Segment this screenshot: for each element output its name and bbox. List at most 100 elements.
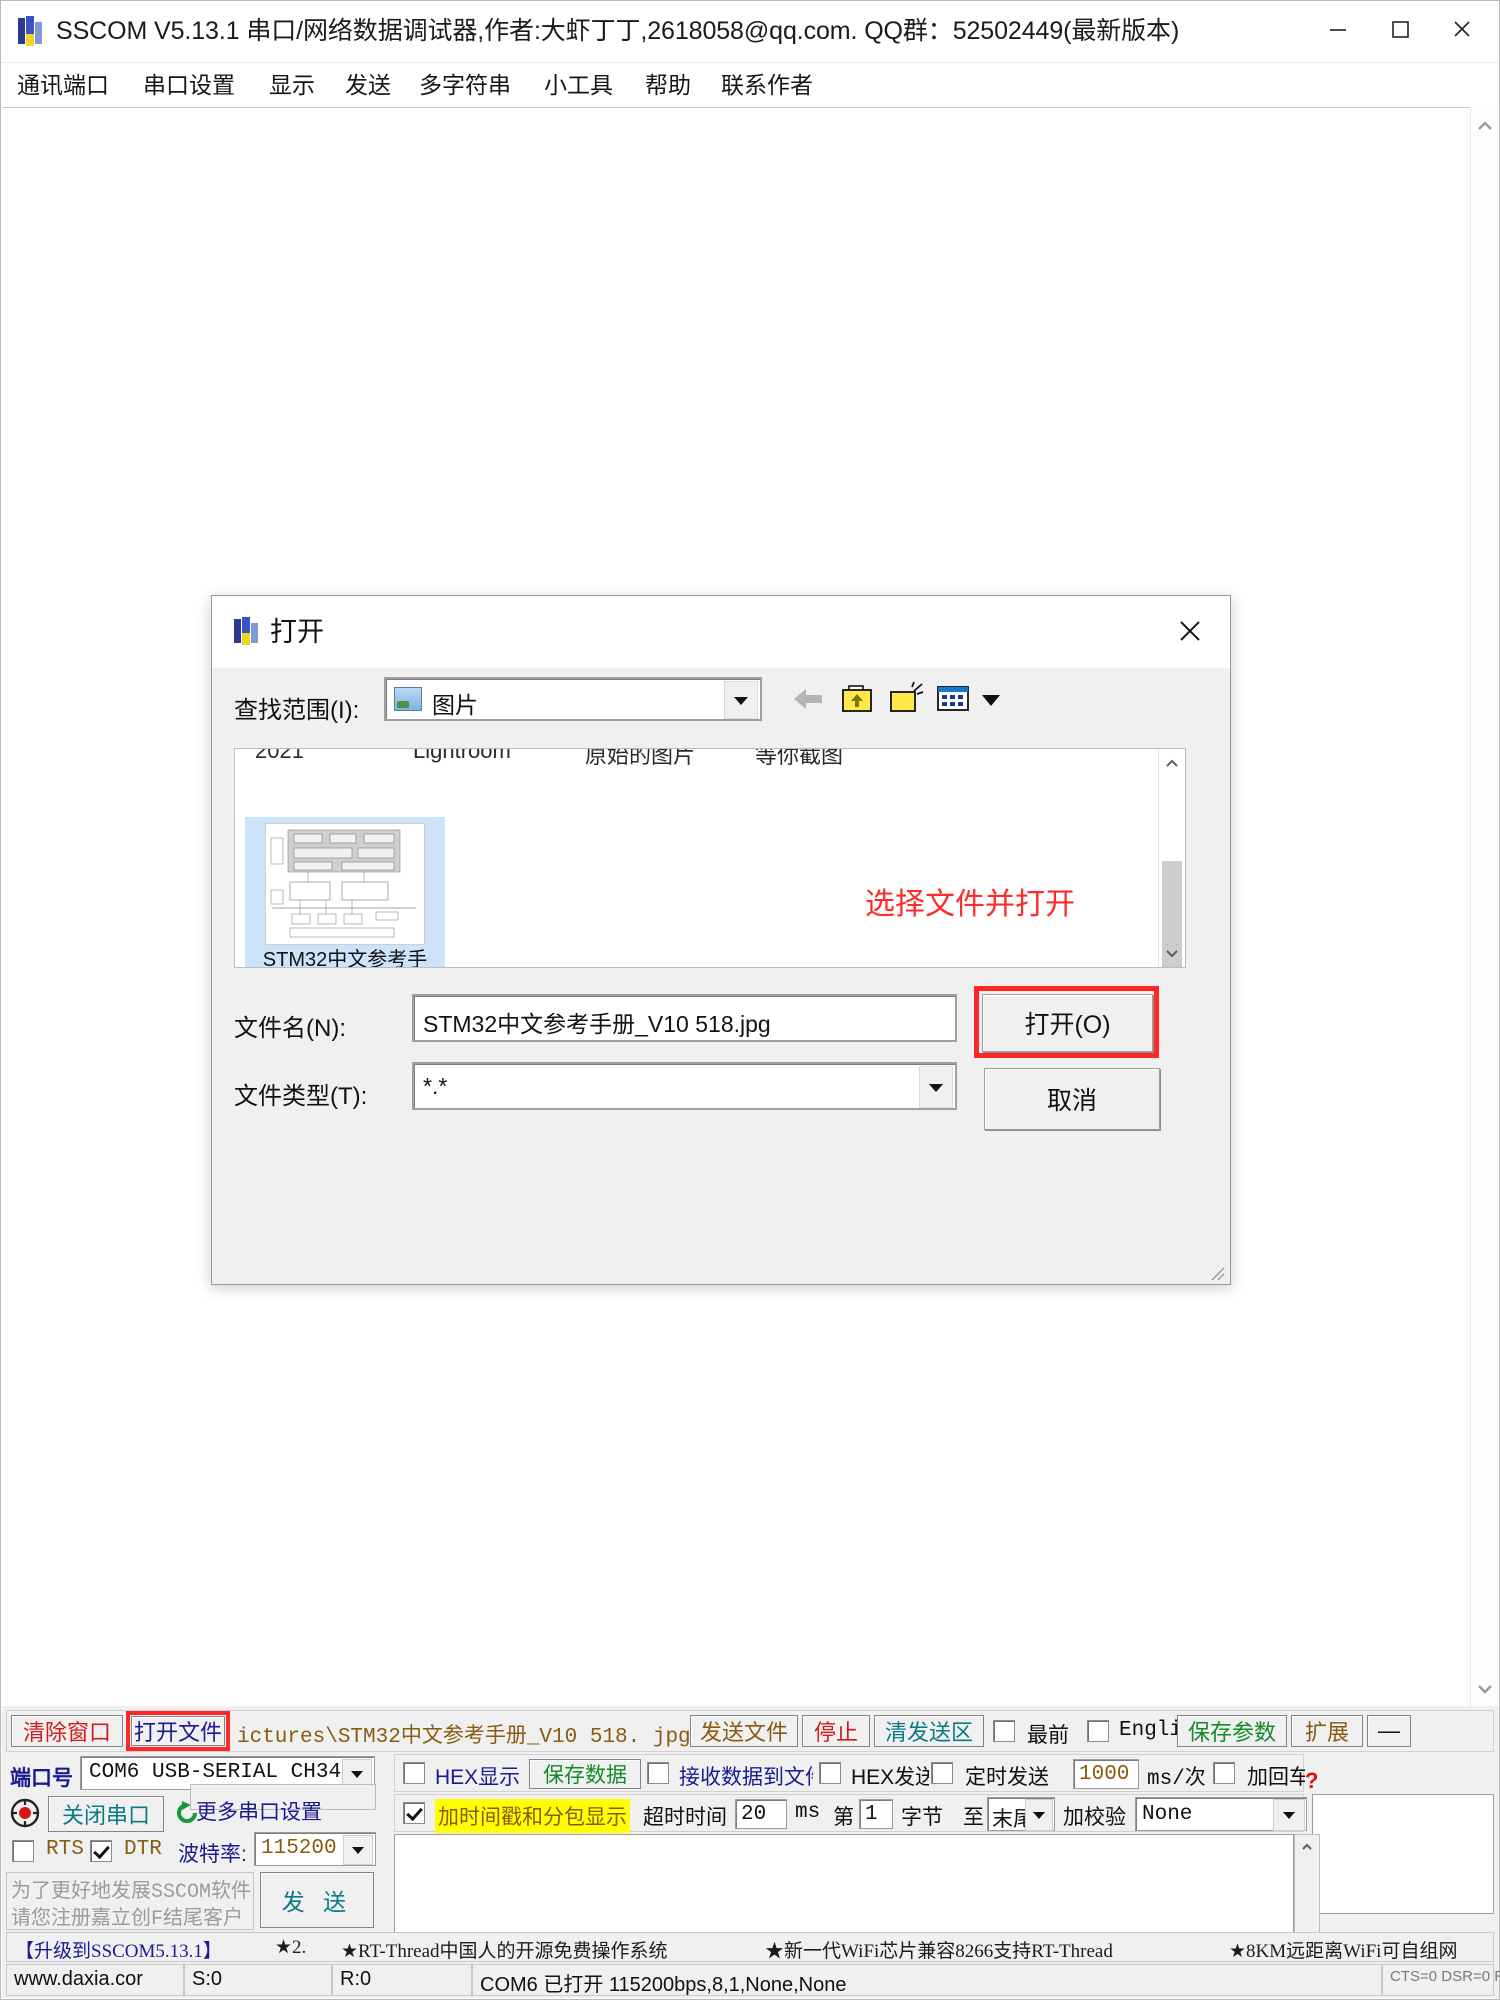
extend-button[interactable]: 扩展	[1291, 1715, 1363, 1747]
scroll-down-icon[interactable]	[1471, 1676, 1498, 1702]
menu-item-tools[interactable]: 小工具	[538, 69, 619, 101]
send-text-area[interactable]	[1312, 1794, 1494, 1914]
look-in-combo[interactable]: 图片	[384, 677, 762, 721]
english-label: Engli	[1119, 1719, 1183, 1742]
hex-display-checkbox[interactable]	[403, 1762, 425, 1784]
save-data-button[interactable]: 保存数据	[529, 1759, 641, 1789]
app-icon	[18, 16, 46, 46]
menu-item-comm-port[interactable]: 通讯端口	[11, 69, 115, 101]
timeout-input[interactable]: 20	[735, 1799, 787, 1829]
resize-grip-icon[interactable]	[1208, 1264, 1226, 1282]
file-path-text: ictures\STM32中文参考手册_V10 518. jpg	[237, 1726, 691, 1749]
more-settings-label[interactable]: 更多串口设置	[196, 1796, 322, 1826]
topmost-checkbox[interactable]	[993, 1720, 1015, 1742]
byte-to-combo[interactable]: 末尾	[987, 1797, 1055, 1831]
recv-to-file-checkbox[interactable]	[647, 1762, 669, 1784]
ad-item-2[interactable]: ★RT-Thread中国人的开源免费操作系统	[341, 1936, 668, 1963]
menu-item-display[interactable]: 显示	[263, 69, 321, 101]
filename-input[interactable]: STM32中文参考手册_V10 518.jpg	[412, 994, 957, 1042]
cancel-button[interactable]: 取消	[984, 1068, 1160, 1130]
file-list-scroll-up-icon[interactable]	[1159, 751, 1185, 775]
menu-item-contact[interactable]: 联系作者	[715, 69, 819, 101]
menu-item-serial-config[interactable]: 串口设置	[137, 69, 241, 101]
promo-ad-bar: 【升级到SSCOM5.13.1】 ★2. ★RT-Thread中国人的开源免费操…	[6, 1932, 1494, 1962]
baud-combo[interactable]: 115200	[254, 1832, 376, 1866]
byte-from-input[interactable]: 1	[859, 1799, 893, 1829]
save-params-button[interactable]: 保存参数	[1177, 1715, 1287, 1747]
scroll-up-icon[interactable]	[1471, 113, 1498, 139]
filetype-combo[interactable]: *.*	[412, 1062, 957, 1110]
chevron-down-icon[interactable]	[1273, 1799, 1305, 1831]
chevron-down-icon[interactable]	[1025, 1799, 1053, 1831]
new-folder-icon[interactable]	[886, 680, 928, 720]
open-file-button[interactable]: 打开文件	[131, 1716, 225, 1746]
chevron-down-icon[interactable]	[919, 1066, 953, 1108]
menu-item-help[interactable]: 帮助	[639, 69, 697, 101]
recv-to-file-label: 接收数据到文件	[679, 1766, 813, 1789]
dialog-app-icon	[234, 617, 260, 645]
timeout-value: 20	[741, 1803, 767, 1826]
ad-item-3[interactable]: ★新一代WiFi芯片兼容8266支持RT-Thread	[765, 1936, 1113, 1963]
crlf-checkbox[interactable]	[1213, 1762, 1235, 1784]
ad-item-1[interactable]: ★2.	[275, 1936, 306, 1959]
timestamp-options-row: 加时间戳和分包显示 超时时间 20 ms 第 1 字节 至 末尾 加校验 Non…	[394, 1794, 1307, 1833]
ad-item-4[interactable]: ★8KM远距离WiFi可自组网	[1229, 1936, 1457, 1963]
timestamp-checkbox[interactable]	[403, 1802, 425, 1824]
list-item[interactable]: STM32中文参考手 册_V10 518.jpg	[245, 817, 445, 967]
menu-item-send[interactable]: 发送	[339, 69, 397, 101]
send-scroll-up-icon[interactable]	[1295, 1837, 1319, 1857]
send-file-button[interactable]: 发送文件	[690, 1715, 798, 1747]
dtr-checkbox[interactable]	[90, 1840, 112, 1862]
status-site[interactable]: www.daxia.cor	[6, 1964, 184, 1996]
file-list-scrollbar[interactable]	[1158, 749, 1185, 967]
file-list-scroll-down-icon[interactable]	[1159, 941, 1185, 965]
rts-checkbox[interactable]	[12, 1840, 34, 1862]
filename-value: STM32中文参考手册_V10 518.jpg	[423, 1011, 771, 1037]
minimize-icon[interactable]	[1307, 1, 1369, 57]
checksum-value: None	[1142, 1803, 1193, 1826]
maximize-icon[interactable]	[1369, 1, 1431, 57]
bottom-control-panel: 清除窗口 打开文件 ictures\STM32中文参考手册_V10 518. j…	[2, 1706, 1500, 1998]
clear-send-area-button[interactable]: 清发送区	[874, 1715, 984, 1747]
file-thumbnail	[265, 823, 425, 945]
status-cts: CTS=0 DSR=0 RLSD=0	[1382, 1964, 1500, 1996]
send-button[interactable]: 发 送	[260, 1872, 374, 1928]
status-received: R:0	[332, 1964, 472, 1996]
list-item-label: STM32中文参考手 册_V10 518.jpg	[245, 947, 445, 967]
open-file-dialog: 打开 查找范围(I): 图片 2021 Lightroom 原始的图片 等你截图…	[211, 595, 1231, 1285]
chevron-down-icon[interactable]	[343, 1835, 373, 1865]
clipped-label-1: Lightroom	[413, 749, 511, 763]
collapse-button[interactable]: —	[1367, 1715, 1411, 1747]
close-port-button[interactable]: 关闭串口	[48, 1796, 164, 1832]
dialog-close-icon[interactable]	[1162, 606, 1218, 656]
timeout-unit-label: ms	[795, 1801, 821, 1824]
status-connection-text: COM6 已打开 115200bps,8,1,None,None	[480, 1974, 847, 1996]
menu-item-multistring[interactable]: 多字符串	[413, 69, 517, 101]
back-arrow-icon[interactable]	[790, 680, 832, 720]
timed-send-checkbox[interactable]	[931, 1762, 953, 1784]
close-icon[interactable]	[1431, 1, 1493, 57]
filetype-value: *.*	[423, 1073, 448, 1099]
open-button-highlight: 打开(O)	[974, 986, 1159, 1058]
promo-line-2: 请您注册嘉立创F结尾客户	[11, 1908, 244, 1931]
clear-window-button[interactable]: 清除窗口	[11, 1715, 123, 1747]
status-received-text: R:0	[340, 1968, 372, 1990]
hex-send-checkbox[interactable]	[819, 1762, 841, 1784]
checksum-combo[interactable]: None	[1135, 1797, 1307, 1831]
receive-area-scrollbar[interactable]	[1470, 107, 1498, 1708]
topmost-label: 最前	[1027, 1724, 1069, 1747]
english-checkbox[interactable]	[1087, 1720, 1109, 1742]
status-bar: www.daxia.cor S:0 R:0 COM6 已打开 115200bps…	[6, 1964, 1500, 1996]
view-list-icon[interactable]	[934, 680, 976, 720]
filename-label: 文件名(N):	[234, 1015, 346, 1042]
file-list[interactable]: 2021 Lightroom 原始的图片 等你截图 STM32中文参考手 选择文…	[234, 748, 1186, 968]
chevron-down-icon[interactable]	[724, 681, 758, 719]
look-in-row: 查找范围(I): 图片	[212, 668, 1230, 740]
view-dropdown-icon[interactable]	[976, 680, 1018, 720]
ad-item-0[interactable]: 【升级到SSCOM5.13.1】	[15, 1936, 222, 1963]
stop-button[interactable]: 停止	[802, 1715, 870, 1747]
help-marker[interactable]: ?	[1305, 1768, 1318, 1794]
interval-input[interactable]: 1000	[1073, 1759, 1139, 1789]
open-button[interactable]: 打开(O)	[982, 994, 1153, 1052]
up-folder-icon[interactable]	[838, 680, 880, 720]
